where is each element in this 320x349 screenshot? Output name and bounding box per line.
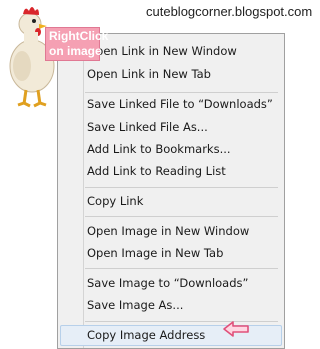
menu-item-save-linked-file-as[interactable]: Save Linked File As... <box>87 117 208 137</box>
menu-item-save-image-as[interactable]: Save Image As... <box>87 295 183 315</box>
menu-gutter-rule <box>83 34 84 348</box>
menu-separator <box>85 268 278 269</box>
menu-item-add-link-reading-list[interactable]: Add Link to Reading List <box>87 161 226 181</box>
context-menu: Open Link in New Window Open Link in New… <box>57 33 285 349</box>
menu-item-copy-link[interactable]: Copy Link <box>87 191 143 211</box>
site-url: cuteblogcorner.blogspot.com <box>146 4 313 19</box>
menu-item-open-link-new-window[interactable]: Open Link in New Window <box>87 41 237 61</box>
menu-item-open-link-new-tab[interactable]: Open Link in New Tab <box>87 64 211 84</box>
menu-separator <box>85 216 278 217</box>
menu-item-open-image-new-tab[interactable]: Open Image in New Tab <box>87 243 223 263</box>
menu-item-open-image-new-window[interactable]: Open Image in New Window <box>87 221 249 241</box>
left-arrow-icon <box>223 321 249 337</box>
menu-item-save-linked-file-downloads[interactable]: Save Linked File to “Downloads” <box>87 94 273 114</box>
menu-separator <box>85 92 278 93</box>
menu-item-save-image-downloads[interactable]: Save Image to “Downloads” <box>87 273 248 293</box>
right-click-callout: RightClick on image <box>45 27 109 61</box>
menu-item-copy-image-address[interactable]: Copy Image Address <box>87 325 205 345</box>
callout-line-1: RightClick <box>49 29 109 43</box>
callout-line-2: on image <box>49 44 102 58</box>
menu-item-add-link-bookmarks[interactable]: Add Link to Bookmarks... <box>87 139 231 159</box>
menu-separator <box>85 187 278 188</box>
